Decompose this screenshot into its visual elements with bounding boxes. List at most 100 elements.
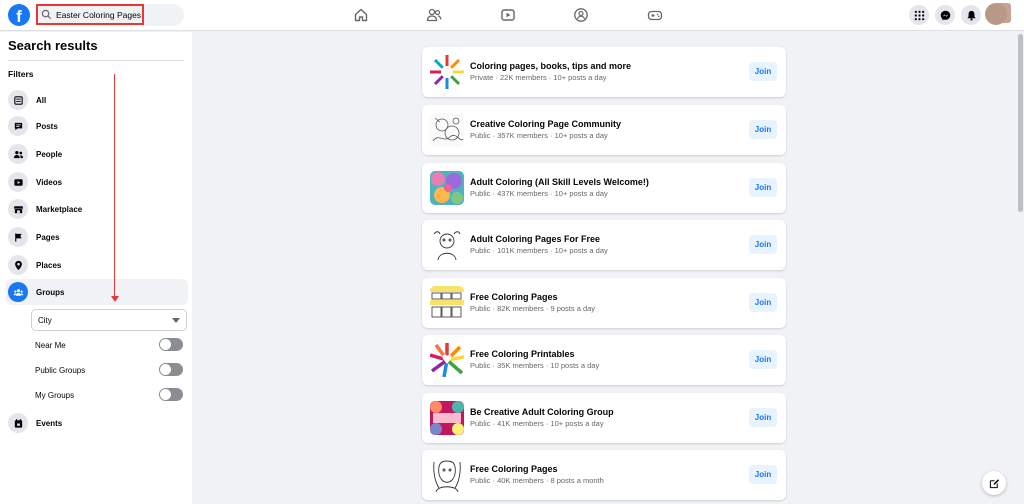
sidebar-item-label: Videos [36, 177, 63, 187]
top-navigation-bar: f Easter Coloring Pages [0, 0, 1024, 31]
join-button[interactable]: Join [749, 62, 777, 81]
group-name[interactable]: Creative Coloring Page Community [470, 119, 621, 129]
toggle-label: Public Groups [35, 365, 86, 375]
list-item[interactable]: Free Coloring Printables Public · 35K me… [422, 335, 786, 385]
list-item[interactable]: Adult Coloring (All Skill Levels Welcome… [422, 163, 786, 213]
group-name[interactable]: Adult Coloring Pages For Free [470, 234, 600, 244]
toggle-row-my-groups: My Groups [35, 387, 185, 403]
group-meta: Public · 41K members · 10+ posts a day [470, 419, 604, 428]
places-pin-icon [8, 255, 28, 275]
marketplace-icon [8, 199, 28, 219]
toggle-knob [160, 364, 171, 375]
notifications-icon [966, 10, 976, 21]
group-meta: Public · 357K members · 10+ posts a day [470, 131, 608, 140]
toggle-knob [160, 389, 171, 400]
join-button[interactable]: Join [749, 120, 777, 139]
menu-grid-button[interactable] [909, 5, 929, 25]
toggle-row-near-me: Near Me [35, 337, 185, 353]
group-thumbnail [430, 171, 464, 205]
join-button[interactable]: Join [749, 178, 777, 197]
sidebar-item-label: Marketplace [36, 204, 83, 214]
groups-nav-icon[interactable] [573, 7, 589, 23]
group-meta: Public · 35K members · 10 posts a day [470, 361, 600, 370]
sidebar-item-pages[interactable]: Pages [6, 224, 188, 250]
gaming-icon[interactable] [647, 7, 663, 23]
sidebar-item-events[interactable]: Events [6, 410, 188, 436]
scrollbar-thumb[interactable] [1018, 34, 1023, 212]
menu-grid-icon [914, 10, 924, 20]
videos-icon [8, 172, 28, 192]
sidebar-item-places[interactable]: Places [6, 252, 188, 278]
group-name[interactable]: Coloring pages, books, tips and more [470, 61, 631, 71]
search-input[interactable]: Easter Coloring Pages [36, 4, 144, 25]
group-thumbnail [430, 286, 464, 320]
posts-icon [8, 116, 28, 136]
pages-flag-icon [8, 227, 28, 247]
toggle-label: Near Me [35, 340, 66, 350]
join-button[interactable]: Join [749, 465, 777, 484]
near-me-toggle[interactable] [159, 338, 183, 351]
my-groups-toggle[interactable] [159, 388, 183, 401]
city-dropdown-value: City [38, 315, 52, 325]
join-button[interactable]: Join [749, 235, 777, 254]
sidebar-item-label: Posts [36, 121, 58, 131]
list-item[interactable]: Be Creative Adult Coloring Group Public … [422, 393, 786, 443]
sidebar-item-label: All [36, 95, 47, 105]
facebook-logo[interactable]: f [8, 4, 30, 26]
group-name[interactable]: Free Coloring Pages [470, 292, 558, 302]
search-icon [41, 9, 52, 20]
group-name[interactable]: Be Creative Adult Coloring Group [470, 407, 614, 417]
join-button[interactable]: Join [749, 293, 777, 312]
list-item[interactable]: Free Coloring Pages Public · 82K members… [422, 278, 786, 328]
list-item[interactable]: Creative Coloring Page Community Public … [422, 105, 786, 155]
group-thumbnail [430, 343, 464, 377]
filters-heading: Filters [8, 69, 34, 79]
watch-icon[interactable] [500, 7, 516, 23]
sidebar-item-all[interactable]: All [6, 87, 188, 113]
messenger-icon [940, 10, 950, 20]
all-icon [8, 90, 28, 110]
new-message-button[interactable] [982, 471, 1006, 495]
groups-icon [8, 282, 28, 302]
compose-icon [989, 478, 999, 488]
sidebar-item-label: Events [36, 418, 63, 428]
annotation-arrow-head [111, 296, 119, 302]
toggle-label: My Groups [35, 390, 75, 400]
sidebar-item-label: People [36, 149, 63, 159]
group-thumbnail [430, 401, 464, 435]
sidebar-item-posts[interactable]: Posts [6, 113, 188, 139]
list-item[interactable]: Coloring pages, books, tips and more Pri… [422, 47, 786, 97]
public-groups-toggle[interactable] [159, 363, 183, 376]
annotation-arrow-line [114, 74, 115, 300]
list-item[interactable]: Free Coloring Pages Public · 40K members… [422, 450, 786, 500]
join-button[interactable]: Join [749, 350, 777, 369]
divider [8, 60, 184, 61]
group-thumbnail [430, 113, 464, 147]
list-item[interactable]: Adult Coloring Pages For Free Public · 1… [422, 220, 786, 270]
search-query-text: Easter Coloring Pages [56, 9, 142, 20]
sidebar-item-label: Places [36, 260, 62, 270]
group-meta: Public · 40K members · 8 posts a month [470, 476, 604, 485]
search-filters-sidebar: Search results Filters All Posts People … [0, 32, 192, 504]
city-dropdown[interactable]: City [31, 309, 187, 331]
group-meta: Public · 437K members · 10+ posts a day [470, 189, 608, 198]
sidebar-item-videos[interactable]: Videos [6, 169, 188, 195]
group-name[interactable]: Adult Coloring (All Skill Levels Welcome… [470, 177, 649, 187]
sidebar-item-label: Groups [36, 287, 65, 297]
notifications-button[interactable] [961, 5, 981, 25]
sidebar-item-people[interactable]: People [6, 141, 188, 167]
sidebar-item-groups[interactable]: Groups [6, 279, 188, 305]
join-button[interactable]: Join [749, 408, 777, 427]
group-meta: Public · 101K members · 10+ posts a day [470, 246, 608, 255]
group-name[interactable]: Free Coloring Pages [470, 464, 558, 474]
sidebar-item-marketplace[interactable]: Marketplace [6, 196, 188, 222]
group-name[interactable]: Free Coloring Printables [470, 349, 575, 359]
people-icon [8, 144, 28, 164]
avatar[interactable] [985, 3, 1007, 25]
messenger-button[interactable] [935, 5, 955, 25]
events-icon [8, 413, 28, 433]
group-meta: Public · 82K members · 9 posts a day [470, 304, 596, 313]
home-icon[interactable] [353, 7, 369, 23]
friends-icon[interactable] [426, 7, 442, 23]
toggle-knob [160, 339, 171, 350]
